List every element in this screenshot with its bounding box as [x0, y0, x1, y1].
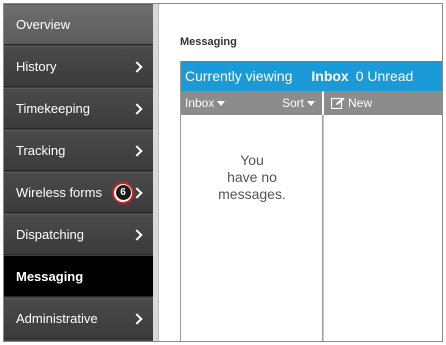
sidebar-item-tracking[interactable]: Tracking — [4, 130, 153, 171]
edit-icon — [331, 97, 345, 109]
viewing-bar: Currently viewing Inbox 0 Unread — [181, 61, 442, 91]
sidebar-item-label: Timekeeping — [16, 101, 90, 116]
sidebar-item-label: Messaging — [16, 269, 84, 284]
new-message-button[interactable]: New — [331, 91, 372, 115]
empty-message-line: messages. — [218, 186, 286, 202]
message-toolbar: Inbox Sort New — [181, 91, 442, 115]
sidebar-item-label: Administrative — [16, 311, 98, 326]
unread-count: 0 Unread — [355, 68, 414, 84]
chevron-right-icon — [131, 102, 143, 115]
sidebar-item-label: Wireless forms — [16, 185, 102, 200]
sort-dropdown-label: Sort — [282, 96, 305, 110]
sidebar-item-messaging[interactable]: Messaging — [4, 256, 153, 297]
sidebar-item-label: History — [16, 59, 57, 74]
caret-down-icon — [217, 100, 226, 106]
chevron-right-icon — [131, 60, 143, 73]
sidebar-item-label: Tracking — [16, 143, 66, 158]
folder-dropdown[interactable]: Inbox — [185, 91, 226, 115]
empty-message-line: You — [240, 152, 264, 168]
current-folder: Inbox — [311, 68, 349, 84]
sidebar-item-label: Dispatching — [16, 227, 84, 242]
message-list[interactable]: You have no messages. — [181, 115, 323, 341]
sidebar: Overview History Timekeeping Tracking Wi… — [4, 4, 153, 341]
folder-dropdown-label: Inbox — [185, 96, 215, 110]
chevron-right-icon — [131, 312, 143, 325]
sidebar-item-dispatching[interactable]: Dispatching — [4, 214, 153, 255]
viewing-label: Currently viewing — [185, 68, 293, 84]
app-window: Overview History Timekeeping Tracking Wi… — [3, 3, 443, 342]
message-detail-pane — [323, 115, 442, 341]
chevron-right-icon — [131, 228, 143, 241]
toolbar-divider — [322, 91, 324, 115]
sort-dropdown[interactable]: Sort — [282, 91, 316, 115]
empty-message-line: have no — [227, 169, 277, 185]
new-message-label: New — [348, 96, 373, 110]
chevron-right-icon — [131, 144, 143, 157]
badge-count: 6 — [115, 185, 131, 200]
messaging-panel: Currently viewing Inbox 0 Unread Inbox S… — [180, 61, 442, 341]
page-title: Messaging — [180, 36, 237, 48]
empty-message: You have no messages. — [181, 152, 323, 203]
sidebar-item-timekeeping[interactable]: Timekeeping — [4, 88, 153, 129]
sidebar-item-label: Overview — [16, 17, 71, 32]
caret-down-icon — [307, 100, 316, 106]
main-content: Messaging Currently viewing Inbox 0 Unre… — [159, 4, 442, 341]
sidebar-item-administrative[interactable]: Administrative — [4, 298, 153, 339]
sidebar-item-history[interactable]: History — [4, 46, 153, 87]
sidebar-item-overview[interactable]: Overview — [4, 4, 153, 45]
sidebar-item-wireless-forms[interactable]: Wireless forms 6 — [4, 172, 153, 213]
